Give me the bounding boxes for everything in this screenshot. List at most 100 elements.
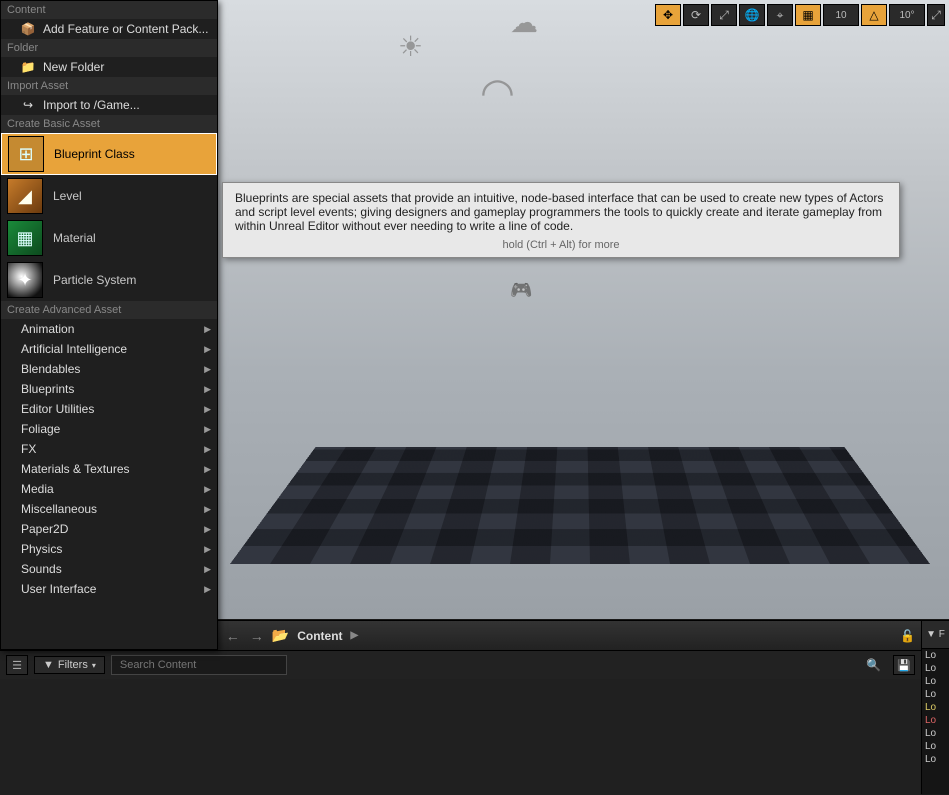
content-browser-filter-bar: ☰ ▼ Filters ▾ 🔍 💾 [0,651,921,679]
menu-advanced-blendables[interactable]: Blendables▶ [1,359,217,379]
nav-forward-button[interactable]: → [248,628,266,644]
scale-snap-button[interactable]: ⤢ [927,4,945,26]
sky-sphere-icon: ◠ [480,70,515,116]
coordinate-space-button[interactable]: 🌐 [739,4,765,26]
blueprint-tooltip: Blueprints are special assets that provi… [222,182,900,258]
menu-label: Materials & Textures [21,462,130,476]
asset-particle-system[interactable]: ✦ Particle System [1,259,217,301]
asset-label: Material [53,231,96,245]
log-line: Lo [922,714,949,727]
log-line: Lo [922,688,949,701]
menu-import-to-game[interactable]: ↪ Import to /Game... [1,95,217,115]
menu-advanced-paper2d[interactable]: Paper2D▶ [1,519,217,539]
transform-rotate-button[interactable]: ⟳ [683,4,709,26]
chevron-right-icon: ▶ [204,404,211,415]
angle-snap-value[interactable]: 10° [889,4,925,26]
menu-advanced-fx[interactable]: FX▶ [1,439,217,459]
menu-advanced-animation[interactable]: Animation ▶ [1,319,217,339]
cloud-icon: ☁ [510,6,538,39]
log-line: Lo [922,740,949,753]
log-line: Lo [922,675,949,688]
log-line: Lo [922,662,949,675]
section-import: Import Asset [1,77,217,95]
breadcrumb[interactable]: 📂 Content ▶ [272,627,358,644]
sun-icon: ☀ [398,30,423,63]
menu-advanced-materials-textures[interactable]: Materials & Textures ▶ [1,459,217,479]
menu-label: User Interface [21,582,96,596]
chevron-right-icon: ▶ [204,464,211,475]
transform-scale-button[interactable]: ⤢ [711,4,737,26]
section-advanced-asset: Create Advanced Asset [1,301,217,319]
search-wrap: 🔍 [111,655,887,675]
search-icon: 🔍 [866,658,881,672]
log-filter-tab[interactable]: ▼ F [922,621,949,649]
section-basic-asset: Create Basic Asset [1,115,217,133]
surface-snap-button[interactable]: ⌖ [767,4,793,26]
menu-label: Paper2D [21,522,68,536]
menu-label: Editor Utilities [21,402,94,416]
viewport-toolbar: ✥ ⟳ ⤢ 🌐 ⌖ ▦ 10 △ 10° ⤢ [655,4,945,26]
menu-label: Import to /Game... [43,98,140,112]
filters-label: Filters [58,659,88,671]
tooltip-hint: hold (Ctrl + Alt) for more [235,239,887,251]
menu-new-folder[interactable]: 📁 New Folder [1,57,217,77]
chevron-right-icon: ▶ [351,630,359,641]
menu-label: Blendables [21,362,80,376]
asset-level[interactable]: ◢ Level [1,175,217,217]
menu-advanced-blueprints[interactable]: Blueprints▶ [1,379,217,399]
folder-plus-icon: 📁 [21,60,35,74]
angle-snap-button[interactable]: △ [861,4,887,26]
menu-label: Foliage [21,422,60,436]
asset-material[interactable]: ▦ Material [1,217,217,259]
log-line: Lo [922,649,949,662]
menu-advanced-physics[interactable]: Physics▶ [1,539,217,559]
package-icon: 📦 [21,22,35,36]
menu-advanced-user-interface[interactable]: User Interface▶ [1,579,217,599]
import-icon: ↪ [21,98,35,112]
menu-advanced-foliage[interactable]: Foliage ▶ [1,419,217,439]
output-log-panel: ▼ F LoLoLoLoLoLoLoLoLo [921,620,949,794]
asset-label: Blueprint Class [54,147,135,161]
lock-icon[interactable]: 🔓 [900,629,915,643]
nav-back-button[interactable]: ← [224,628,242,644]
chevron-right-icon: ▶ [204,424,211,435]
menu-advanced-media[interactable]: Media▶ [1,479,217,499]
dropdown-caret-icon: ▾ [92,661,96,670]
menu-advanced-sounds[interactable]: Sounds▶ [1,559,217,579]
log-line: Lo [922,753,949,766]
menu-label: Miscellaneous [21,502,97,516]
menu-label: FX [21,442,36,456]
transform-move-button[interactable]: ✥ [655,4,681,26]
breadcrumb-path: Content [297,629,342,643]
section-folder: Folder [1,39,217,57]
asset-label: Level [53,189,82,203]
chevron-right-icon: ▶ [204,384,211,395]
chevron-right-icon: ▶ [204,344,211,355]
menu-advanced-editor-utilities[interactable]: Editor Utilities ▶ [1,399,217,419]
menu-label: Sounds [21,562,62,576]
filter-icon: ▼ [43,659,54,671]
material-icon: ▦ [7,220,43,256]
filters-button[interactable]: ▼ Filters ▾ [34,656,105,674]
search-input[interactable] [111,655,287,675]
asset-blueprint-class[interactable]: ⊞ Blueprint Class [1,133,217,175]
chevron-right-icon: ▶ [204,324,211,335]
menu-label: New Folder [43,60,104,74]
save-search-button[interactable]: 💾 [893,655,915,675]
menu-label: Artificial Intelligence [21,342,127,356]
menu-advanced-artificial-intelligence[interactable]: Artificial Intelligence ▶ [1,339,217,359]
menu-label: Animation [21,322,74,336]
menu-label: Physics [21,542,62,556]
content-browser-grid[interactable] [0,679,921,795]
log-line: Lo [922,727,949,740]
sources-panel-toggle[interactable]: ☰ [6,655,28,675]
grid-snap-value[interactable]: 10 [823,4,859,26]
menu-advanced-miscellaneous[interactable]: Miscellaneous▶ [1,499,217,519]
asset-label: Particle System [53,273,136,287]
add-asset-context-menu: Content 📦 Add Feature or Content Pack...… [0,0,218,650]
blueprint-icon: ⊞ [8,136,44,172]
grid-snap-button[interactable]: ▦ [795,4,821,26]
menu-add-feature-pack[interactable]: 📦 Add Feature or Content Pack... [1,19,217,39]
menu-label: Media [21,482,54,496]
folder-icon: 📂 [272,627,289,644]
